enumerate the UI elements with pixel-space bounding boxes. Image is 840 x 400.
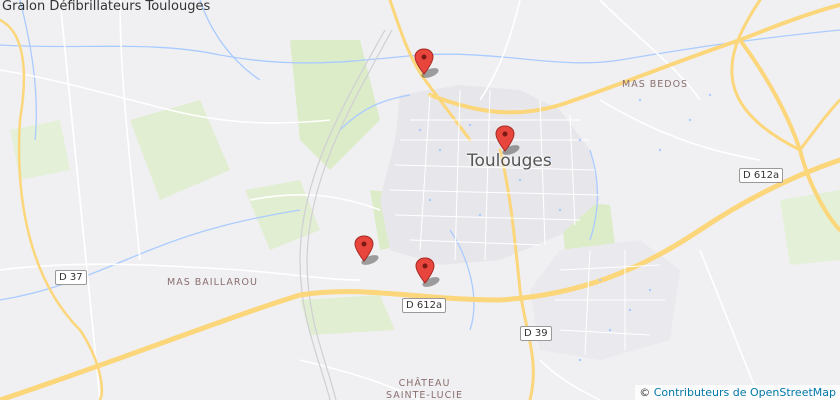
osm-attribution-link[interactable]: Contributeurs de OpenStreetMap: [654, 386, 836, 399]
map-canvas[interactable]: Gralon Défibrillateurs Toulouges Touloug…: [0, 0, 840, 400]
map-marker-icon[interactable]: [412, 46, 452, 80]
road-label-d37: D 37: [55, 270, 87, 285]
map-title: Gralon Défibrillateurs Toulouges: [2, 0, 211, 14]
locality-line-1: CHÂTEAU: [398, 378, 451, 389]
locality-mas-baillarou: MAS BAILLAROU: [167, 277, 258, 288]
map-marker-icon[interactable]: [352, 233, 392, 267]
locality-mas-bedos: MAS BEDOS: [622, 79, 689, 90]
locality-chateau-sainte-lucie: CHÂTEAU SAINTE-LUCIE: [386, 378, 463, 400]
road-label-d612a-east: D 612a: [739, 168, 784, 183]
locality-line-2: SAINTE-LUCIE: [386, 390, 464, 400]
map-marker-icon[interactable]: [413, 255, 453, 289]
map-attribution: © Contributeurs de OpenStreetMap: [635, 385, 840, 400]
copyright-symbol: ©: [639, 386, 651, 399]
road-label-d39: D 39: [520, 326, 552, 341]
road-label-d612a-south: D 612a: [402, 298, 447, 313]
map-marker-icon[interactable]: [493, 123, 533, 157]
